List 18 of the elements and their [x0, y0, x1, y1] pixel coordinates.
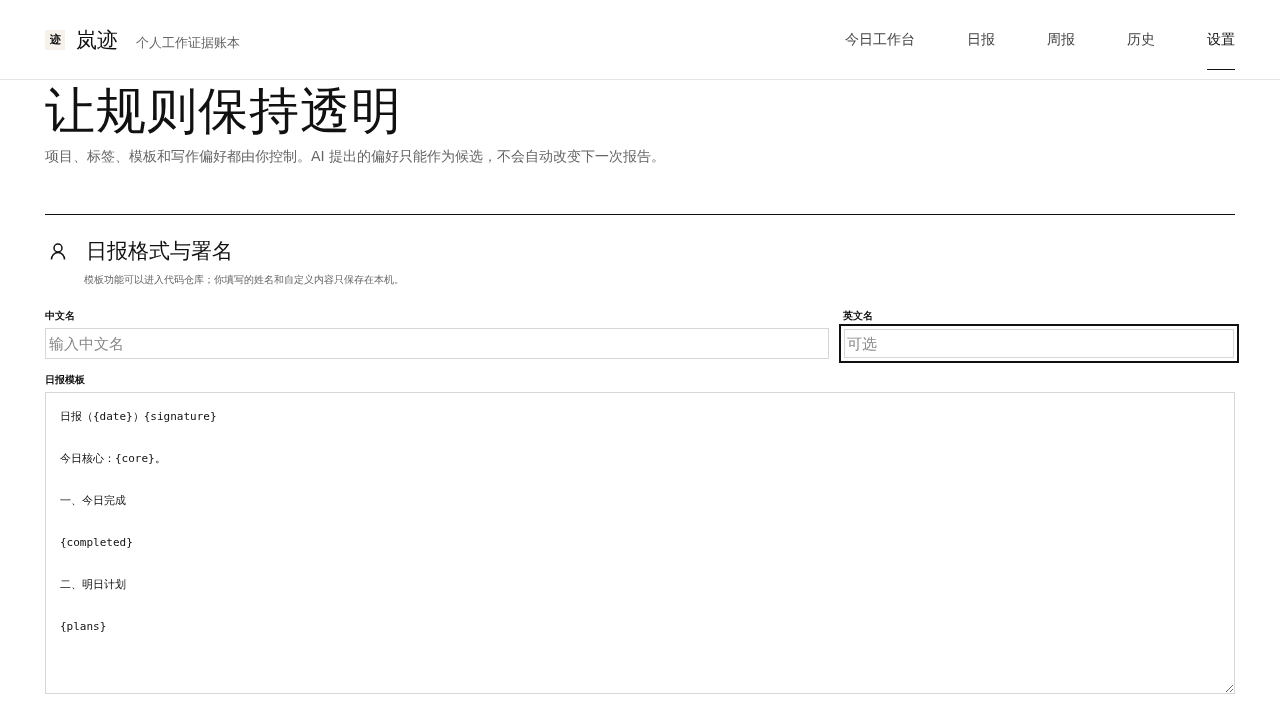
field-label: 日报模板: [45, 373, 86, 387]
page-title: 让规则保持透明: [45, 81, 403, 142]
section-note: 模板功能可以进入代码仓库；你填写的姓名和自定义内容只保存在本机。: [84, 273, 405, 287]
page-subtitle: 项目、标签、模板和写作偏好都由你控制。AI 提出的偏好只能作为候选，不会自动改变下一次报告。: [45, 148, 667, 166]
template-textarea[interactable]: 日报（{date}）{signature} 今日核心：{core}。 一、今日完成 {completed} 二、明日计划 {plans}: [45, 392, 1235, 694]
nav-tab[interactable]: 今日工作台: [845, 9, 915, 70]
brand-tagline: 个人工作证据账本: [136, 33, 240, 52]
logo-icon: 迹: [45, 29, 65, 50]
nav-tab[interactable]: 周报: [1047, 9, 1075, 70]
brand-name: 岚迹: [76, 26, 118, 54]
nav-tab[interactable]: 设置: [1207, 9, 1235, 70]
section-title: 日报格式与署名: [86, 238, 233, 265]
field-label: 英文名: [843, 309, 874, 323]
nav-tab[interactable]: 历史: [1127, 9, 1155, 70]
field-label: 中文名: [45, 309, 76, 323]
person-icon: [50, 242, 66, 260]
name-input[interactable]: 可选: [839, 324, 1239, 363]
nav-tab[interactable]: 日报: [967, 9, 995, 70]
